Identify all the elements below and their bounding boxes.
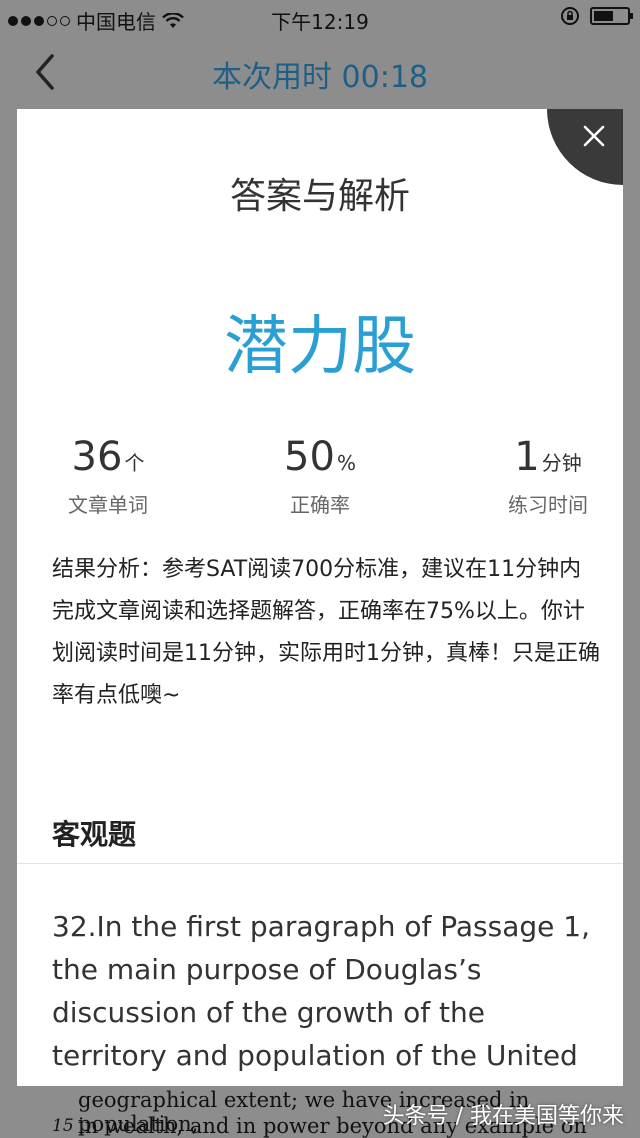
stat-label: 练习时间: [508, 493, 588, 517]
battery-icon: [590, 7, 633, 25]
stat-value: 50: [284, 434, 335, 480]
passage-line-number: 15: [52, 1116, 74, 1136]
stat-label: 正确率: [290, 493, 350, 517]
modal-title: 答案与解析: [229, 176, 410, 217]
watermark: 头条号 / 我在美国等你来: [382, 1104, 624, 1129]
stat-label: 文章单词: [68, 493, 148, 517]
rotation-lock-icon: [561, 7, 579, 25]
result-analysis-text: 结果分析：参考SAT阅读700分标准，建议在11分钟内完成文章阅读和选择题解答，…: [52, 557, 600, 708]
stat-value: 1: [514, 434, 540, 480]
vocabulary-word: 潜力股: [224, 310, 416, 384]
stat-value: 36: [71, 434, 123, 480]
stat-unit: 分钟: [541, 451, 582, 475]
stat-word-count: 36 个 文章单词: [33, 433, 183, 518]
stat-unit: %: [336, 451, 356, 475]
stat-accuracy: 50% 正确率: [245, 433, 395, 518]
nav-title: 本次用时 00:18: [212, 60, 428, 95]
status-right: [560, 6, 633, 26]
status-time: 下午12:19: [271, 10, 369, 34]
answer-analysis-modal: 答案与解析 潜力股 36 个 文章单词 50% 正确率 1 分钟 练习时间 结果分析…: [17, 109, 623, 1086]
nav-bar: 本次用时 00:18: [0, 36, 640, 108]
divider: [17, 863, 623, 864]
status-bar: 中国电信 下午12:19: [0, 0, 640, 36]
close-icon: [583, 125, 605, 147]
section-title-objective: 客观题: [52, 818, 137, 851]
stat-unit: 个: [124, 451, 145, 475]
question-text[interactable]: 32.In the first paragraph of Passage 1, …: [52, 905, 600, 1077]
stat-practice-time: 1 分钟 练习时间: [473, 433, 623, 518]
